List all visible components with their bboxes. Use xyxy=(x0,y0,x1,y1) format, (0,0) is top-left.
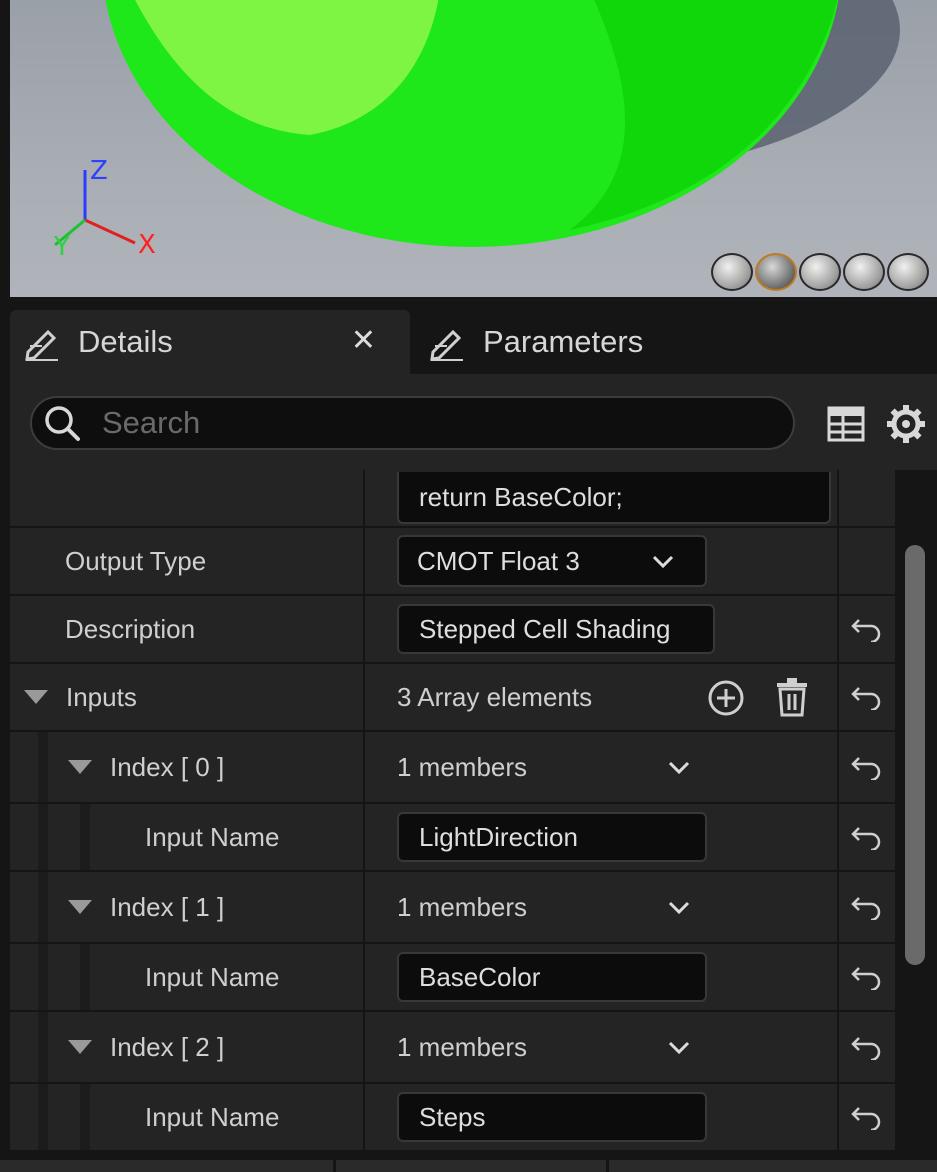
reset-to-default-icon[interactable] xyxy=(839,804,895,870)
input-name-row: Input Name LightDirection xyxy=(10,804,895,870)
output-type-value: CMOT Float 3 xyxy=(417,545,580,576)
members-dropdown[interactable]: 1 members xyxy=(365,1012,837,1082)
edit-icon xyxy=(25,329,58,361)
details-scrollbar[interactable] xyxy=(905,545,925,965)
panel-tab-bar: Details ✕ Parameters xyxy=(10,310,937,374)
details-toolbar xyxy=(10,374,937,470)
input-name-label: Input Name xyxy=(145,821,280,852)
inputs-summary: 3 Array elements xyxy=(397,681,593,712)
material-preview-viewport[interactable]: Z X Y xyxy=(10,0,937,297)
mesh-preview-icon[interactable] xyxy=(887,253,929,291)
gear-icon[interactable] xyxy=(886,404,926,444)
collapse-arrow-icon[interactable] xyxy=(68,1040,92,1054)
description-row: Description Stepped Cell Shading xyxy=(10,596,895,662)
search-input[interactable] xyxy=(102,405,702,441)
tab-details-label: Details xyxy=(78,324,173,359)
collapse-arrow-icon[interactable] xyxy=(24,690,48,704)
chevron-down-icon xyxy=(668,901,690,915)
input-name-label: Input Name xyxy=(145,1101,280,1132)
array-index-row: Index [ 2 ] 1 members xyxy=(10,1012,895,1082)
array-index-row: Index [ 1 ] 1 members xyxy=(10,872,895,942)
description-label: Description xyxy=(65,613,196,644)
axis-x-label: X xyxy=(138,230,156,260)
members-count: 1 members xyxy=(397,751,528,782)
reset-to-default-icon[interactable] xyxy=(839,944,895,1010)
reset-to-default-icon[interactable] xyxy=(839,1084,895,1150)
index-label: Index [ 1 ] xyxy=(110,891,225,922)
cylinder-preview-icon[interactable] xyxy=(711,253,753,291)
preview-shape-buttons xyxy=(711,253,929,291)
input-name-row: Input Name Steps xyxy=(10,1084,895,1150)
reset-to-default-icon[interactable] xyxy=(839,732,895,802)
delete-all-icon[interactable] xyxy=(775,677,809,717)
chevron-down-icon xyxy=(668,761,690,775)
plane-preview-icon[interactable] xyxy=(799,253,841,291)
search-box[interactable] xyxy=(30,396,795,450)
details-property-list: return BaseColor; Output Type CMOT Float… xyxy=(10,470,895,1150)
code-field[interactable]: return BaseColor; xyxy=(397,472,831,524)
tab-details[interactable]: Details ✕ xyxy=(10,310,410,374)
search-icon xyxy=(45,406,80,441)
reset-to-default-icon[interactable] xyxy=(839,1012,895,1082)
output-type-dropdown[interactable]: CMOT Float 3 xyxy=(397,535,707,587)
input-name-label: Input Name xyxy=(145,961,280,992)
description-input[interactable]: Stepped Cell Shading xyxy=(397,604,715,654)
members-count: 1 members xyxy=(397,1031,528,1062)
inputs-label: Inputs xyxy=(66,681,137,712)
input-name-field[interactable]: BaseColor xyxy=(397,952,707,1002)
reset-to-default-icon[interactable] xyxy=(839,664,895,730)
input-name-row: Input Name BaseColor xyxy=(10,944,895,1010)
reset-to-default-icon[interactable] xyxy=(839,872,895,942)
input-name-field[interactable]: LightDirection xyxy=(397,812,707,862)
members-dropdown[interactable]: 1 members xyxy=(365,872,837,942)
axis-z-label: Z xyxy=(90,156,108,186)
collapse-arrow-icon[interactable] xyxy=(68,760,92,774)
input-name-field[interactable]: Steps xyxy=(397,1092,707,1142)
output-type-label: Output Type xyxy=(65,545,207,576)
tab-parameters[interactable]: Parameters xyxy=(415,310,937,374)
chevron-down-icon xyxy=(652,555,674,569)
bottom-panel-strip xyxy=(0,1160,937,1172)
reset-to-default-icon[interactable] xyxy=(839,596,895,662)
inputs-array-row: Inputs 3 Array elements xyxy=(10,664,895,730)
index-label: Index [ 2 ] xyxy=(110,1031,225,1062)
chevron-down-icon xyxy=(668,1041,690,1055)
collapse-arrow-icon[interactable] xyxy=(68,900,92,914)
close-icon[interactable]: ✕ xyxy=(351,324,376,358)
output-type-row: Output Type CMOT Float 3 xyxy=(10,528,895,594)
members-dropdown[interactable]: 1 members xyxy=(365,732,837,802)
code-property-row: return BaseColor; xyxy=(10,470,895,526)
table-view-icon[interactable] xyxy=(826,404,866,444)
index-label: Index [ 0 ] xyxy=(110,751,225,782)
members-count: 1 members xyxy=(397,891,528,922)
sphere-preview-icon[interactable] xyxy=(755,253,797,291)
axis-y-label: Y xyxy=(54,232,70,262)
tab-parameters-label: Parameters xyxy=(483,324,644,359)
edit-icon xyxy=(430,329,463,361)
array-index-row: Index [ 0 ] 1 members xyxy=(10,732,895,802)
cube-preview-icon[interactable] xyxy=(843,253,885,291)
add-element-icon[interactable] xyxy=(707,679,745,717)
